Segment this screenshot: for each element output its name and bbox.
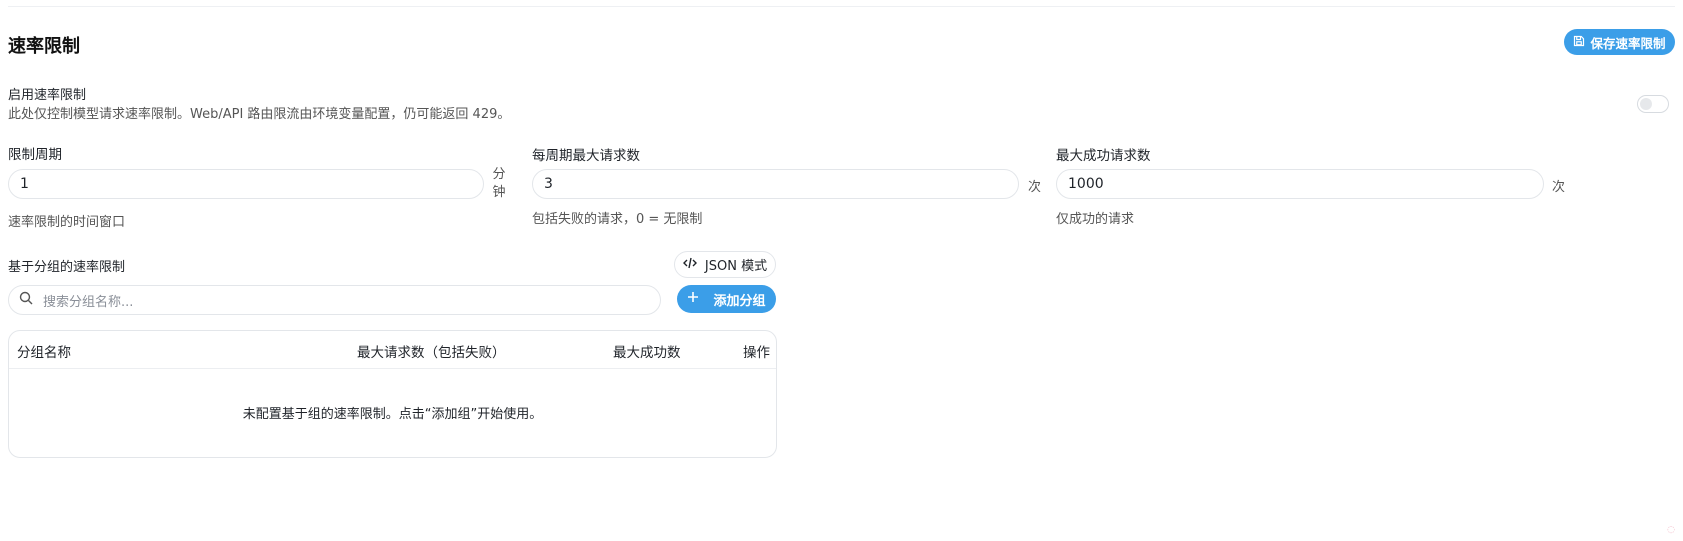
max-requests-unit: 次 — [1028, 180, 1042, 195]
enable-rate-limit-label: 启用速率限制 — [8, 88, 87, 103]
column-actions: 操作 — [743, 345, 770, 361]
group-search-input[interactable]: 搜索分组名称... — [8, 285, 661, 315]
period-unit: 分 钟 — [492, 166, 506, 202]
max-requests-label: 每周期最大请求数 — [532, 148, 640, 164]
search-icon — [19, 291, 33, 309]
toggle-knob — [1640, 98, 1652, 110]
max-requests-hint: 包括失败的请求，0 = 无限制 — [532, 212, 703, 227]
period-unit-char-2: 钟 — [492, 185, 506, 200]
column-max-success: 最大成功数 — [613, 345, 681, 361]
save-rate-limit-button[interactable]: 保存速率限制 — [1564, 29, 1675, 55]
json-mode-button[interactable]: JSON 模式 — [674, 251, 776, 278]
max-requests-input[interactable]: 3 — [532, 169, 1019, 199]
search-placeholder: 搜索分组名称... — [43, 294, 134, 310]
save-icon — [1573, 35, 1585, 50]
max-success-unit: 次 — [1552, 180, 1566, 195]
plus-icon — [687, 291, 699, 307]
max-success-hint: 仅成功的请求 — [1056, 212, 1135, 227]
enable-rate-limit-description: 此处仅控制模型请求速率限制。Web/API 路由限流由环境变量配置，仍可能返回 … — [8, 107, 511, 122]
enable-rate-limit-toggle[interactable] — [1637, 95, 1669, 113]
add-group-label: 添加分组 — [713, 293, 766, 309]
code-icon — [682, 257, 697, 273]
max-success-value: 1000 — [1068, 176, 1104, 192]
json-mode-label: JSON 模式 — [704, 259, 768, 274]
max-requests-value: 3 — [544, 176, 553, 192]
period-unit-char-1: 分 — [492, 167, 506, 182]
max-success-label: 最大成功请求数 — [1056, 148, 1151, 164]
period-value: 1 — [20, 176, 29, 192]
page-title: 速率限制 — [8, 36, 80, 57]
period-input[interactable]: 1 — [8, 169, 484, 199]
empty-state-message: 未配置基于组的速率限制。点击“添加组”开始使用。 — [242, 407, 543, 422]
column-max-requests: 最大请求数（包括失败） — [357, 345, 506, 361]
corner-mark: ◌ — [1667, 525, 1675, 535]
column-group-name: 分组名称 — [17, 345, 71, 361]
top-divider — [8, 6, 1675, 7]
group-rate-limit-title: 基于分组的速率限制 — [8, 260, 126, 275]
save-button-label: 保存速率限制 — [1590, 35, 1666, 51]
period-hint: 速率限制的时间窗口 — [8, 215, 126, 230]
max-success-input[interactable]: 1000 — [1056, 169, 1544, 199]
add-group-button[interactable]: 添加分组 — [677, 285, 776, 313]
period-label: 限制周期 — [8, 147, 62, 163]
table-header: 分组名称 最大请求数（包括失败） 最大成功数 操作 — [9, 331, 776, 369]
group-rate-limit-table: 分组名称 最大请求数（包括失败） 最大成功数 操作 未配置基于组的速率限制。点击… — [8, 330, 777, 458]
